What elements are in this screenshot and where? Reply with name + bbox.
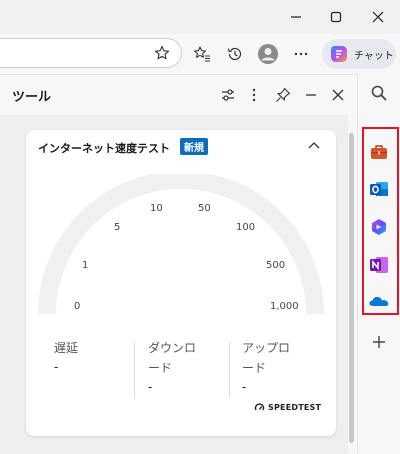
customize-settings-icon[interactable] <box>218 85 238 105</box>
copilot-chat-button[interactable]: チャット <box>322 39 396 69</box>
maximize-icon <box>330 11 342 23</box>
title-bar <box>0 0 400 34</box>
favorites-icon[interactable] <box>190 42 214 66</box>
gauge-label-0: 0 <box>74 301 81 312</box>
gauge-label-1: 1 <box>82 260 89 271</box>
gauge-label-100: 100 <box>236 222 256 233</box>
speedtest-logo: SPEEDTEST <box>254 402 321 413</box>
gauge-label-50: 50 <box>198 203 211 214</box>
panel-scrollbar[interactable] <box>349 133 354 443</box>
metric-divider <box>134 342 135 398</box>
speedtest-brand: SPEEDTEST <box>268 403 322 412</box>
panel-more-icon[interactable] <box>244 85 264 105</box>
gauge-label-1000: 1,000 <box>270 301 299 312</box>
profile-avatar[interactable] <box>256 42 280 66</box>
speedtest-title: インターネット速度テスト <box>38 142 170 155</box>
gauge-label-10: 10 <box>150 203 163 214</box>
add-sidebar-app-icon[interactable] <box>368 331 390 353</box>
gauge-label-5: 5 <box>114 222 121 233</box>
upload-label-line1: アップロ <box>242 341 291 355</box>
upload-value: - <box>242 380 247 394</box>
metric-divider <box>229 342 230 398</box>
favorite-star-icon[interactable] <box>150 41 174 65</box>
chevron-up-icon[interactable] <box>306 138 322 154</box>
copilot-chat-label: チャット <box>354 50 394 62</box>
browser-toolbar: チャット <box>0 34 400 74</box>
gauge-arc <box>38 174 324 315</box>
download-label-line2: ード <box>148 361 173 375</box>
sidebar-apps-highlight <box>362 127 399 315</box>
download-value: - <box>148 380 153 394</box>
close-icon <box>372 11 384 23</box>
speed-gauge: 0 1 5 10 50 100 500 1,000 <box>38 174 324 322</box>
panel-header: ツール <box>0 75 358 115</box>
speedtest-metrics: 遅延 - ダウンロ ード - アップロ ード - <box>26 338 336 402</box>
download-label-line1: ダウンロ <box>148 341 197 355</box>
minimize-button[interactable] <box>276 0 316 34</box>
gauge-label-500: 500 <box>266 260 286 271</box>
panel-minimize-icon[interactable] <box>301 85 321 105</box>
sidebar-search-icon[interactable] <box>368 82 390 104</box>
pin-icon[interactable] <box>273 85 293 105</box>
upload-metric: アップロ ード - <box>242 338 336 402</box>
panel-close-icon[interactable] <box>328 85 348 105</box>
download-metric: ダウンロ ード - <box>148 338 242 402</box>
new-badge: 新規 <box>180 138 208 155</box>
speedtest-card: インターネット速度テスト 新規 0 1 5 10 50 100 500 1,00… <box>26 130 336 436</box>
history-icon[interactable] <box>223 42 247 66</box>
copilot-icon <box>331 46 347 62</box>
more-options-icon[interactable] <box>289 42 313 66</box>
maximize-button[interactable] <box>316 0 356 34</box>
close-window-button[interactable] <box>358 0 398 34</box>
panel-title: ツール <box>12 90 52 105</box>
speedtest-gauge-icon <box>254 403 265 411</box>
upload-label-line2: ード <box>242 361 267 375</box>
minimize-icon <box>291 16 301 18</box>
address-bar[interactable] <box>0 38 182 68</box>
